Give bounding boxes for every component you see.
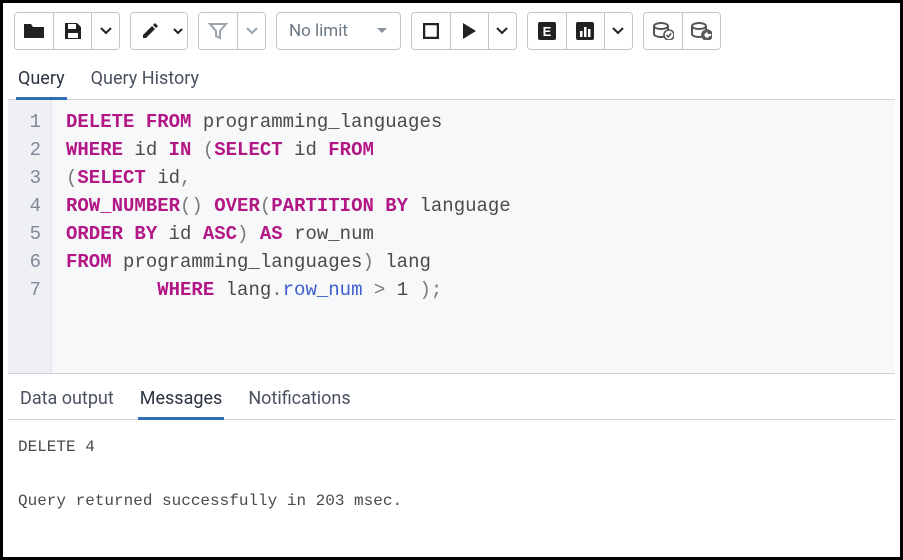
explain-button[interactable]: E — [528, 13, 566, 49]
edit-button[interactable] — [131, 13, 169, 49]
tab-notifications[interactable]: Notifications — [246, 384, 352, 419]
funnel-icon — [208, 22, 228, 40]
save-dropdown[interactable] — [91, 13, 119, 49]
edit-group — [130, 12, 188, 50]
edit-dropdown[interactable] — [169, 13, 187, 49]
stop-icon — [423, 23, 439, 39]
db-rollback-icon — [690, 22, 712, 40]
toolbar: No limit E — [8, 8, 895, 56]
tab-messages[interactable]: Messages — [138, 384, 225, 420]
analyze-dropdown[interactable] — [604, 13, 632, 49]
message-line: DELETE 4 — [18, 434, 885, 461]
row-limit-label: No limit — [289, 21, 348, 41]
svg-text:E: E — [543, 24, 552, 39]
analyze-button[interactable] — [566, 13, 604, 49]
chevron-down-icon — [246, 27, 258, 35]
line-number: 3 — [14, 164, 41, 192]
caret-down-icon — [376, 26, 388, 36]
pencil-icon — [140, 21, 160, 41]
line-number: 6 — [14, 248, 41, 276]
explain-group: E — [527, 12, 633, 50]
code-area[interactable]: DELETE FROM programming_languages WHERE … — [52, 100, 525, 373]
execute-button[interactable] — [450, 13, 488, 49]
commit-button[interactable] — [644, 13, 682, 49]
save-button[interactable] — [53, 13, 91, 49]
line-number: 4 — [14, 192, 41, 220]
open-file-button[interactable] — [15, 13, 53, 49]
message-line: Query returned successfully in 203 msec. — [18, 488, 885, 515]
chevron-down-icon — [612, 27, 624, 35]
db-commit-icon — [652, 22, 674, 40]
sql-editor[interactable]: 1 2 3 4 5 6 7 DELETE FROM programming_la… — [8, 100, 895, 374]
play-icon — [461, 22, 477, 40]
tab-data-output[interactable]: Data output — [18, 384, 116, 419]
editor-tabs: Query Query History — [8, 56, 895, 100]
chevron-down-icon — [100, 27, 112, 35]
line-gutter: 1 2 3 4 5 6 7 — [8, 100, 52, 373]
line-number: 2 — [14, 136, 41, 164]
explain-icon: E — [537, 21, 557, 41]
run-group — [411, 12, 517, 50]
stop-button[interactable] — [412, 13, 450, 49]
line-number: 5 — [14, 220, 41, 248]
tab-query-history[interactable]: Query History — [89, 64, 201, 99]
rollback-button[interactable] — [682, 13, 720, 49]
execute-dropdown[interactable] — [488, 13, 516, 49]
filter-button[interactable] — [199, 13, 237, 49]
chevron-down-icon — [173, 28, 183, 35]
filter-group — [198, 12, 266, 50]
messages-pane: DELETE 4 Query returned successfully in … — [8, 420, 895, 530]
output-tabs: Data output Messages Notifications — [8, 374, 895, 420]
chevron-down-icon — [496, 27, 508, 35]
chart-icon — [575, 21, 595, 41]
line-number: 1 — [14, 108, 41, 136]
line-number: 7 — [14, 276, 41, 304]
transaction-group — [643, 12, 721, 50]
folder-icon — [23, 22, 45, 40]
save-icon — [63, 21, 83, 41]
tab-query[interactable]: Query — [16, 64, 67, 100]
filter-dropdown[interactable] — [237, 13, 265, 49]
file-group — [14, 12, 120, 50]
row-limit-select[interactable]: No limit — [276, 12, 401, 50]
